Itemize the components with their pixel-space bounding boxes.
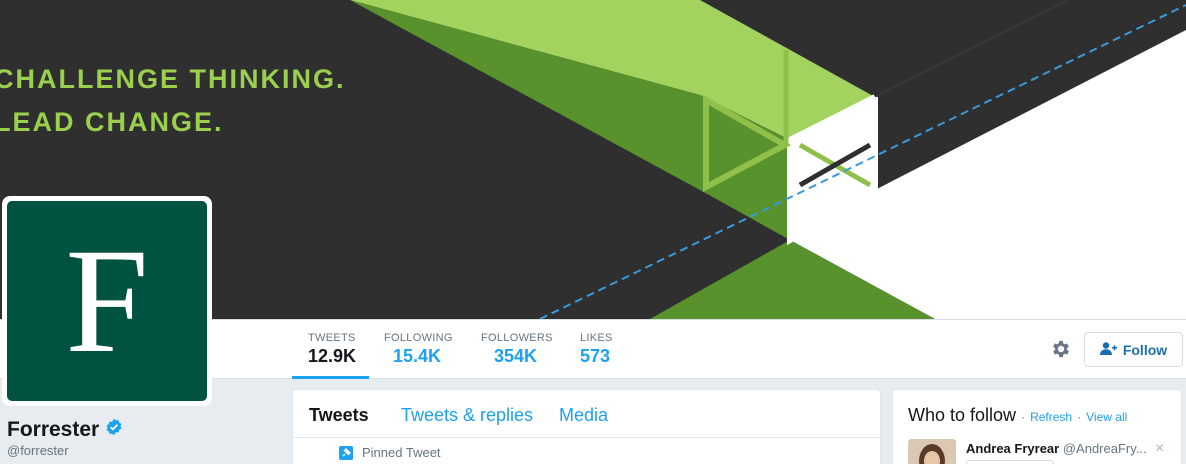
follow-button[interactable]: Follow bbox=[1084, 332, 1183, 367]
separator: · bbox=[1077, 410, 1082, 424]
who-to-follow-module: Who to follow · Refresh · View all Andre… bbox=[892, 389, 1182, 464]
suggestion-avatar[interactable] bbox=[908, 439, 956, 464]
banner-tagline: CHALLENGE THINKING. LEAD CHANGE. bbox=[0, 58, 346, 144]
profile-name-text: Forrester bbox=[7, 418, 100, 441]
separator: · bbox=[1021, 410, 1026, 424]
suggestion-follow-button[interactable] bbox=[966, 460, 1054, 464]
stat-following[interactable]: FOLLOWING 15.4K bbox=[384, 320, 453, 379]
tab-tweets[interactable]: Tweets bbox=[309, 405, 369, 426]
who-to-follow-title: Who to follow bbox=[908, 405, 1017, 425]
timeline-tabs: Tweets Tweets & replies Media bbox=[293, 390, 880, 438]
refresh-link[interactable]: Refresh bbox=[1030, 410, 1072, 424]
stat-value: 573 bbox=[580, 346, 611, 366]
banner-line-1: CHALLENGE THINKING. bbox=[0, 64, 346, 94]
pinned-tweet-label: Pinned Tweet bbox=[362, 445, 441, 460]
stat-label: FOLLOWING bbox=[384, 332, 453, 344]
close-icon[interactable]: × bbox=[1155, 440, 1164, 458]
tab-tweets-replies[interactable]: Tweets & replies bbox=[401, 405, 533, 426]
tab-media[interactable]: Media bbox=[559, 405, 608, 426]
profile-handle[interactable]: @forrester bbox=[7, 443, 69, 458]
stat-label: LIKES bbox=[580, 332, 613, 344]
who-to-follow-header: Who to follow · Refresh · View all bbox=[908, 405, 1127, 426]
verified-badge-icon bbox=[105, 418, 123, 442]
stat-label: FOLLOWERS bbox=[481, 332, 553, 344]
avatar[interactable]: F bbox=[2, 196, 212, 406]
suggestion-handle: @AndreaFry... bbox=[1062, 441, 1147, 456]
suggestion-user[interactable]: Andrea Fryrear @AndreaFry... bbox=[966, 441, 1147, 456]
avatar-letter: F bbox=[65, 218, 149, 384]
suggestion-name: Andrea Fryrear bbox=[966, 441, 1060, 456]
avatar-image: F bbox=[7, 201, 207, 401]
stat-value: 15.4K bbox=[393, 346, 442, 366]
stat-label: TWEETS bbox=[308, 332, 356, 344]
timeline-card: Tweets Tweets & replies Media Pinned Twe… bbox=[292, 389, 881, 464]
banner-line-2: LEAD CHANGE. bbox=[0, 107, 224, 137]
pin-icon bbox=[339, 445, 353, 460]
stat-value: 354K bbox=[494, 346, 538, 366]
stat-followers[interactable]: FOLLOWERS 354K bbox=[481, 320, 553, 379]
profile-name[interactable]: Forrester bbox=[7, 418, 123, 442]
stat-tweets[interactable]: TWEETS 12.9K bbox=[292, 320, 369, 379]
stat-value: 12.9K bbox=[308, 346, 357, 366]
view-all-link[interactable]: View all bbox=[1086, 410, 1127, 424]
add-user-icon bbox=[1099, 341, 1117, 358]
stat-likes[interactable]: LIKES 573 bbox=[580, 320, 613, 379]
follow-button-label: Follow bbox=[1122, 341, 1168, 358]
gear-icon[interactable] bbox=[1050, 338, 1072, 360]
pinned-tweet-context: Pinned Tweet bbox=[339, 445, 441, 460]
